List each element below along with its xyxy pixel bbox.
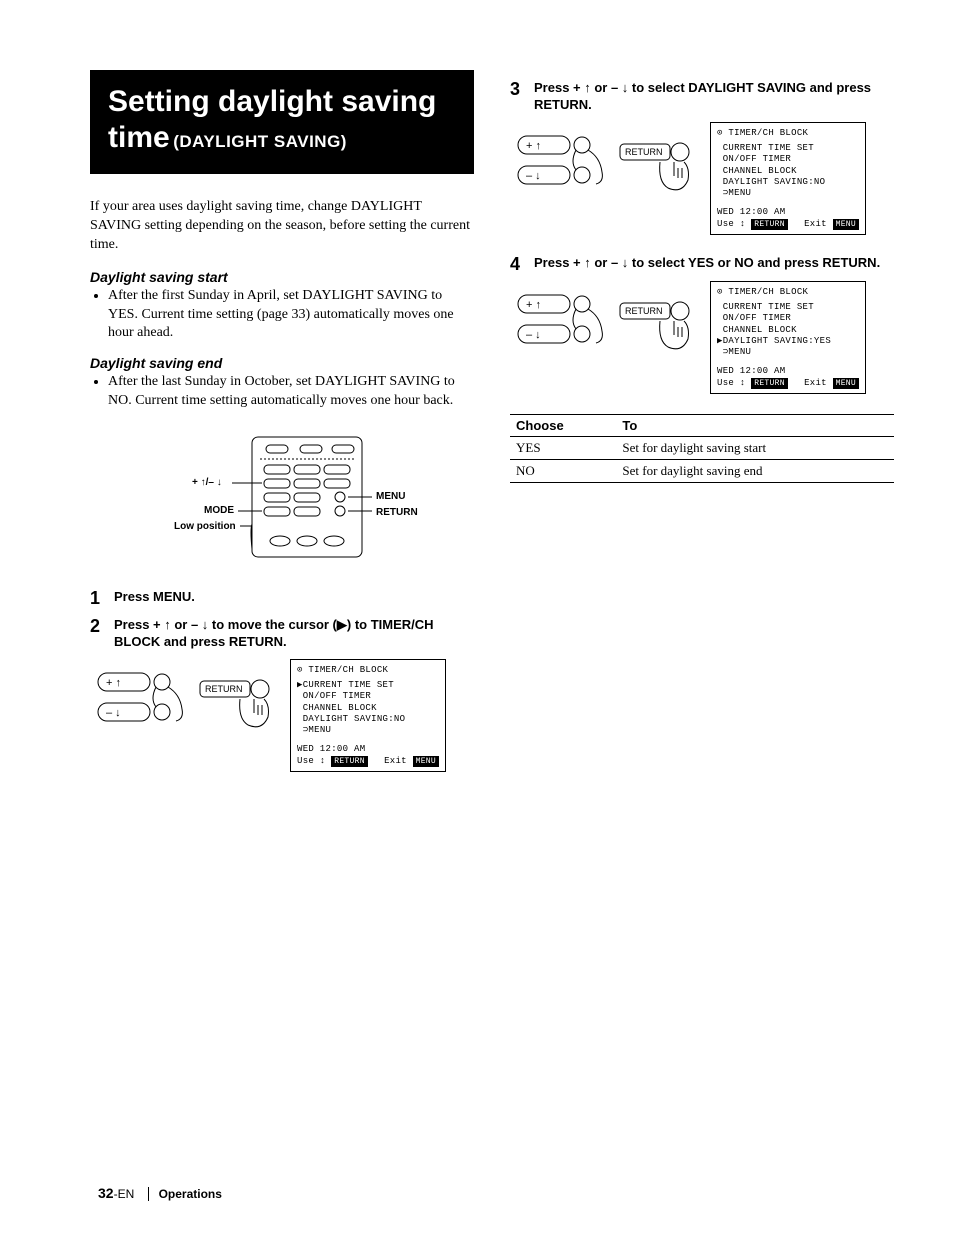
label-return: RETURN: [376, 507, 418, 518]
label-mode: MODE: [204, 505, 234, 516]
plus-button-label: + ↑: [526, 140, 541, 152]
return-button-label: RETURN: [625, 147, 663, 157]
osd-use: Use ↕: [717, 219, 746, 229]
osd-return-box: RETURN: [751, 219, 788, 230]
osd-exit-label: Exit: [804, 219, 827, 229]
table-row: NO Set for daylight saving end: [510, 459, 894, 482]
ds-start-bullet: After the first Sunday in April, set DAY…: [108, 287, 474, 344]
buttons-return-illustration: + ↑ – ↓ RETURN: [510, 281, 700, 361]
return-button-label: RETURN: [205, 684, 243, 694]
return-button-label: RETURN: [625, 306, 663, 316]
osd-exit-label: Exit: [384, 756, 407, 766]
osd-title: ⊙ TIMER/CH BLOCK: [717, 287, 859, 298]
osd-time: WED 12:00 AM: [717, 207, 788, 218]
osd-item: DAYLIGHT SAVING:NO: [297, 714, 439, 725]
step-number: 2: [90, 617, 106, 635]
osd-item: ▶DAYLIGHT SAVING:YES: [717, 336, 859, 347]
table-cell: NO: [510, 459, 616, 482]
minus-button-label: – ↓: [526, 170, 541, 182]
step-number: 3: [510, 80, 526, 98]
section-title: Setting daylight saving time (DAYLIGHT S…: [90, 70, 474, 174]
osd-screen-step3: ⊙ TIMER/CH BLOCK CURRENT TIME SET ON/OFF…: [710, 122, 866, 235]
page-suffix: -EN: [114, 1187, 135, 1201]
table-header: To: [616, 414, 894, 436]
osd-item: CHANNEL BLOCK: [717, 325, 859, 336]
step-1-text: Press MENU.: [114, 589, 195, 606]
osd-return-box: RETURN: [331, 756, 368, 767]
ds-start-heading: Daylight saving start: [90, 269, 474, 285]
label-plusminus: + ↑/– ↓: [192, 477, 222, 488]
osd-menu-box: MENU: [833, 378, 859, 389]
osd-return-box: RETURN: [751, 378, 788, 389]
osd-screen-step4: ⊙ TIMER/CH BLOCK CURRENT TIME SET ON/OFF…: [710, 281, 866, 394]
osd-item: ON/OFF TIMER: [717, 154, 859, 165]
osd-item: ON/OFF TIMER: [717, 313, 859, 324]
step-number: 1: [90, 589, 106, 607]
osd-menu-box: MENU: [833, 219, 859, 230]
minus-button-label: – ↓: [106, 707, 121, 719]
plus-button-label: + ↑: [526, 299, 541, 311]
plus-button-label: + ↑: [106, 677, 121, 689]
step-2-text: Press + ↑ or – ↓ to move the cursor (▶) …: [114, 617, 474, 651]
step-4-text: Press + ↑ or – ↓ to select YES or NO and…: [534, 255, 880, 272]
osd-item: ▶CURRENT TIME SET: [297, 680, 439, 691]
osd-time: WED 12:00 AM: [297, 744, 368, 755]
osd-time: WED 12:00 AM: [717, 366, 788, 377]
step-number: 4: [510, 255, 526, 273]
osd-use: Use ↕: [297, 756, 326, 766]
osd-item: CHANNEL BLOCK: [297, 703, 439, 714]
osd-use: Use ↕: [717, 378, 746, 388]
osd-item: CHANNEL BLOCK: [717, 166, 859, 177]
osd-item: ⊃MENU: [297, 725, 439, 736]
osd-menu-box: MENU: [413, 756, 439, 767]
osd-item: ON/OFF TIMER: [297, 691, 439, 702]
remote-diagram: + ↑/– ↓ MODE Low position MENU RETURN: [132, 429, 432, 569]
step-3-text: Press + ↑ or – ↓ to select DAYLIGHT SAVI…: [534, 80, 894, 114]
table-cell: Set for daylight saving start: [616, 436, 894, 459]
osd-title: ⊙ TIMER/CH BLOCK: [717, 128, 859, 139]
table-row: YES Set for daylight saving start: [510, 436, 894, 459]
minus-button-label: – ↓: [526, 329, 541, 341]
table-cell: YES: [510, 436, 616, 459]
intro-paragraph: If your area uses daylight saving time, …: [90, 198, 474, 255]
buttons-return-illustration: + ↑ – ↓ RETURN: [510, 122, 700, 202]
osd-item: CURRENT TIME SET: [717, 302, 859, 313]
choose-table: Choose To YES Set for daylight saving st…: [510, 414, 894, 483]
label-menu: MENU: [376, 491, 405, 502]
page-number: 32: [98, 1185, 114, 1201]
ds-end-heading: Daylight saving end: [90, 355, 474, 371]
osd-item: DAYLIGHT SAVING:NO: [717, 177, 859, 188]
table-header: Choose: [510, 414, 616, 436]
osd-item: CURRENT TIME SET: [717, 143, 859, 154]
table-cell: Set for daylight saving end: [616, 459, 894, 482]
label-low: Low position: [174, 521, 236, 532]
osd-title: ⊙ TIMER/CH BLOCK: [297, 665, 439, 676]
osd-screen-step2: ⊙ TIMER/CH BLOCK ▶CURRENT TIME SET ON/OF…: [290, 659, 446, 772]
osd-exit-label: Exit: [804, 378, 827, 388]
buttons-return-illustration: + ↑ – ↓ RETURN: [90, 659, 280, 739]
footer-section: Operations: [148, 1187, 222, 1201]
page-footer: 32-EN Operations: [98, 1185, 230, 1201]
title-sub: (DAYLIGHT SAVING): [173, 132, 347, 151]
osd-item: ⊃MENU: [717, 188, 859, 199]
ds-end-bullet: After the last Sunday in October, set DA…: [108, 373, 474, 411]
osd-item: ⊃MENU: [717, 347, 859, 358]
